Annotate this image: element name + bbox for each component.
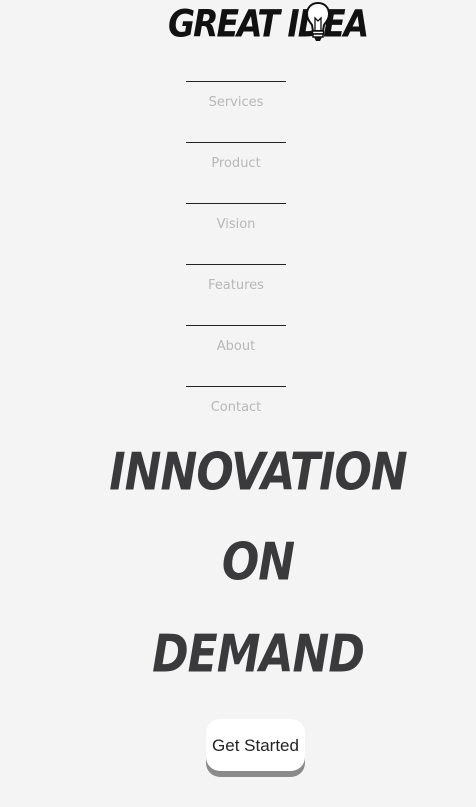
nav-link-services[interactable]: Services [186, 82, 286, 110]
nav-link-contact[interactable]: Contact [186, 387, 286, 415]
nav-item-vision: Vision [186, 203, 286, 264]
nav-link-product[interactable]: Product [186, 143, 286, 171]
hero-headline-line-1: INNOVATION [109, 442, 407, 503]
lightbulb-icon [305, 1, 331, 41]
nav-item-contact: Contact [186, 386, 286, 447]
nav-item-product: Product [186, 142, 286, 203]
nav-link-about[interactable]: About [186, 326, 286, 354]
hero-headline-line-3: DEMAND [152, 624, 365, 685]
nav-item-about: About [186, 325, 286, 386]
brand-logo[interactable]: GREAT IDEA [168, 1, 369, 44]
get-started-button[interactable]: Get Started [206, 719, 305, 771]
nav-item-services: Services [186, 81, 286, 142]
nav-link-features[interactable]: Features [186, 265, 286, 293]
brand-name: GREAT IDEA [168, 1, 369, 45]
hero-headline-line-2: ON [221, 532, 295, 593]
nav-link-vision[interactable]: Vision [186, 204, 286, 232]
nav-list: Services Product Vision Features About C… [186, 81, 286, 447]
nav-item-features: Features [186, 264, 286, 325]
